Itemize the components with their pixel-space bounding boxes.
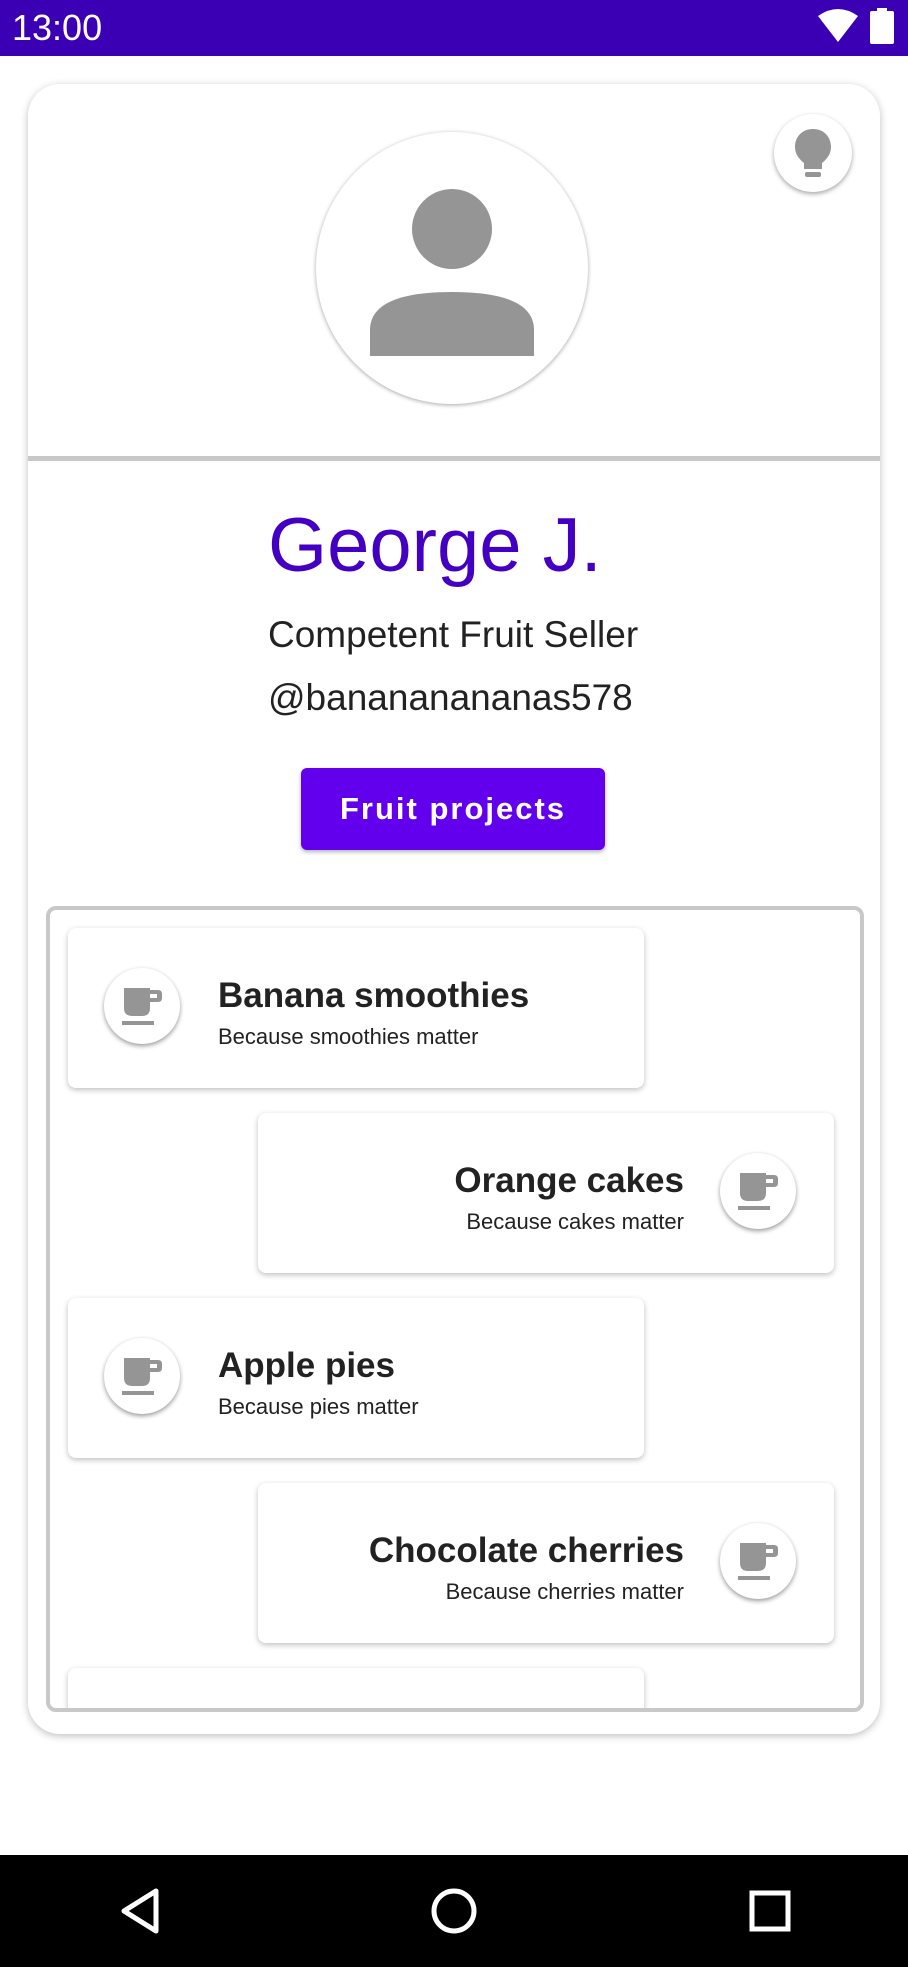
profile-card: George J. Competent Fruit Seller @banana… xyxy=(28,84,880,1734)
project-item-partial[interactable] xyxy=(68,1668,644,1708)
project-item-apple-pies[interactable]: Apple pies Because pies matter xyxy=(68,1298,644,1458)
cup-icon xyxy=(738,1173,778,1210)
project-item-banana-smoothies[interactable]: Banana smoothies Because smoothies matte… xyxy=(68,928,644,1088)
cup-icon-badge xyxy=(104,968,180,1044)
project-list[interactable]: Banana smoothies Because smoothies matte… xyxy=(46,906,864,1712)
avatar[interactable] xyxy=(316,132,588,404)
cup-icon-badge xyxy=(104,1338,180,1414)
profile-handle: @banananananas578 xyxy=(268,677,633,718)
profile-name: George J. xyxy=(268,503,602,588)
wifi-icon xyxy=(816,8,860,49)
project-title: Banana smoothies xyxy=(218,976,530,1015)
project-item-chocolate-cherries[interactable]: Chocolate cherries Because cherries matt… xyxy=(258,1483,834,1643)
cup-icon-badge xyxy=(720,1523,796,1599)
cup-icon xyxy=(122,988,162,1025)
status-icons xyxy=(816,7,894,49)
project-subtitle: Because cherries matter xyxy=(445,1579,684,1604)
navigation-bar xyxy=(0,1855,908,1967)
person-icon xyxy=(370,189,534,356)
project-item-orange-cakes[interactable]: Orange cakes Because cakes matter xyxy=(258,1113,834,1273)
status-bar: 13:00 xyxy=(0,0,908,56)
status-time: 13:00 xyxy=(12,7,103,48)
project-title: Apple pies xyxy=(218,1346,395,1385)
cup-icon-badge xyxy=(720,1153,796,1229)
profile-title: Competent Fruit Seller xyxy=(268,614,639,655)
back-icon xyxy=(121,1888,159,1934)
project-title: Chocolate cherries xyxy=(368,1531,684,1570)
lightbulb-button[interactable] xyxy=(774,114,852,192)
cup-icon xyxy=(738,1543,778,1580)
battery-icon xyxy=(870,7,894,49)
profile-header xyxy=(28,84,880,461)
project-subtitle: Because cakes matter xyxy=(466,1209,684,1234)
fruit-projects-button[interactable]: Fruit projects xyxy=(301,768,605,850)
project-subtitle: Because pies matter xyxy=(218,1394,419,1419)
recents-icon xyxy=(749,1890,791,1932)
cup-icon xyxy=(122,1358,162,1395)
home-button[interactable] xyxy=(424,1881,484,1941)
project-subtitle: Because smoothies matter xyxy=(218,1024,479,1049)
back-button[interactable] xyxy=(110,1881,170,1941)
project-title: Orange cakes xyxy=(454,1161,684,1200)
home-icon xyxy=(431,1888,477,1934)
lightbulb-icon xyxy=(795,129,831,177)
recents-button[interactable] xyxy=(740,1881,800,1941)
